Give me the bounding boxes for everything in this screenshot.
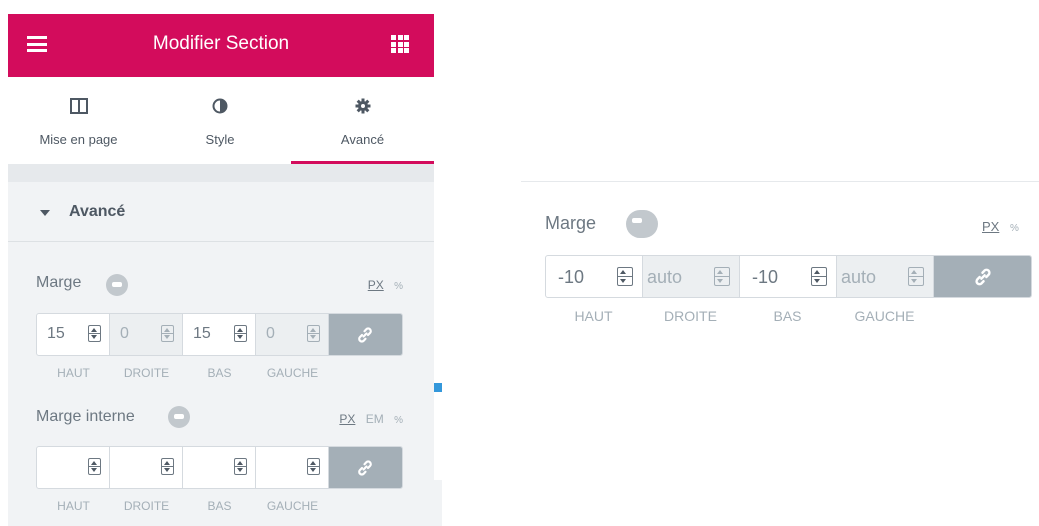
stepper-icon[interactable] — [234, 325, 247, 342]
padding-units: PX EM % — [332, 412, 403, 426]
responsive-icon[interactable] — [106, 274, 128, 296]
resize-handle[interactable] — [434, 383, 442, 392]
margin-left-input[interactable]: 0 — [256, 314, 329, 355]
section-title: Avancé — [69, 203, 126, 220]
unit-percent[interactable]: % — [1010, 223, 1019, 234]
zoom-margin-dimensions: -10 auto -10 auto — [545, 255, 1032, 298]
padding-right-input[interactable] — [110, 447, 183, 488]
columns-icon — [69, 98, 88, 119]
link-values-button[interactable] — [329, 447, 402, 488]
stepper-icon[interactable] — [307, 325, 320, 342]
section-toggle[interactable]: Avancé — [8, 182, 434, 242]
tab-style[interactable]: Style — [149, 77, 291, 164]
padding-bottom-input[interactable] — [183, 447, 256, 488]
link-icon — [358, 460, 372, 476]
margin-right-input[interactable]: 0 — [110, 314, 183, 355]
link-values-button[interactable] — [329, 314, 402, 355]
margin-label: Marge — [36, 274, 82, 291]
tab-advanced[interactable]: Avancé — [291, 77, 434, 164]
caret-down-icon — [40, 210, 50, 216]
unit-px[interactable]: PX — [982, 219, 999, 234]
unit-px[interactable]: PX — [339, 412, 355, 426]
scroll-track — [434, 480, 442, 526]
zoom-margin-units: PX % — [975, 219, 1019, 234]
tab-style-label: Style — [205, 132, 235, 147]
margin-units: PX % — [361, 278, 403, 292]
stepper-icon[interactable] — [88, 458, 101, 475]
stepper-icon[interactable] — [234, 458, 247, 475]
padding-left-input[interactable] — [256, 447, 329, 488]
zoom-margin-label: Marge — [545, 213, 597, 233]
padding-top-input[interactable] — [37, 447, 110, 488]
stepper-icon[interactable] — [307, 458, 320, 475]
link-icon — [975, 268, 991, 286]
margin-dimensions: 15 0 15 0 — [36, 313, 403, 356]
gear-icon — [355, 98, 371, 119]
padding-dimensions — [36, 446, 403, 489]
stepper-icon[interactable] — [908, 267, 924, 286]
responsive-icon[interactable] — [626, 210, 658, 238]
stepper-icon[interactable] — [88, 325, 101, 342]
padding-label: Marge interne — [36, 408, 135, 425]
zoom-margin-bottom-input[interactable]: -10 — [740, 256, 837, 297]
tab-layout-label: Mise en page — [39, 132, 118, 147]
editor-panel: Modifier Section Mise en page Style Avan… — [8, 0, 434, 526]
margin-side-labels: HAUT DROITE BAS GAUCHE — [57, 366, 319, 380]
panel-header: Modifier Section — [8, 14, 434, 77]
link-values-button[interactable] — [934, 256, 1031, 297]
unit-px[interactable]: PX — [368, 278, 384, 292]
margin-top-input[interactable]: 15 — [37, 314, 110, 355]
unit-percent[interactable]: % — [394, 415, 403, 426]
tab-advanced-label: Avancé — [340, 132, 385, 147]
stepper-icon[interactable] — [161, 458, 174, 475]
zoom-margin-top-input[interactable]: -10 — [546, 256, 643, 297]
link-icon — [358, 327, 372, 343]
stepper-icon[interactable] — [811, 267, 827, 286]
unit-em[interactable]: EM — [366, 412, 384, 426]
panel-tabs: Mise en page Style Avancé — [8, 77, 434, 164]
zoom-margin-right-input[interactable]: auto — [643, 256, 740, 297]
unit-percent[interactable]: % — [394, 281, 403, 292]
stepper-icon[interactable] — [161, 325, 174, 342]
stepper-icon[interactable] — [617, 267, 633, 286]
tab-layout[interactable]: Mise en page — [8, 77, 149, 164]
panel-title: Modifier Section — [152, 33, 290, 54]
responsive-icon[interactable] — [168, 406, 190, 428]
zoom-divider — [521, 181, 1039, 182]
padding-side-labels: HAUT DROITE BAS GAUCHE — [57, 499, 319, 513]
half-circle-icon — [212, 98, 228, 119]
widgets-grid-icon[interactable] — [391, 35, 409, 53]
margin-bottom-input[interactable]: 15 — [183, 314, 256, 355]
zoom-margin-side-labels: HAUT DROITE BAS GAUCHE — [574, 308, 915, 324]
stepper-icon[interactable] — [714, 267, 730, 286]
tabs-separator — [8, 164, 434, 182]
zoom-margin-left-input[interactable]: auto — [837, 256, 934, 297]
